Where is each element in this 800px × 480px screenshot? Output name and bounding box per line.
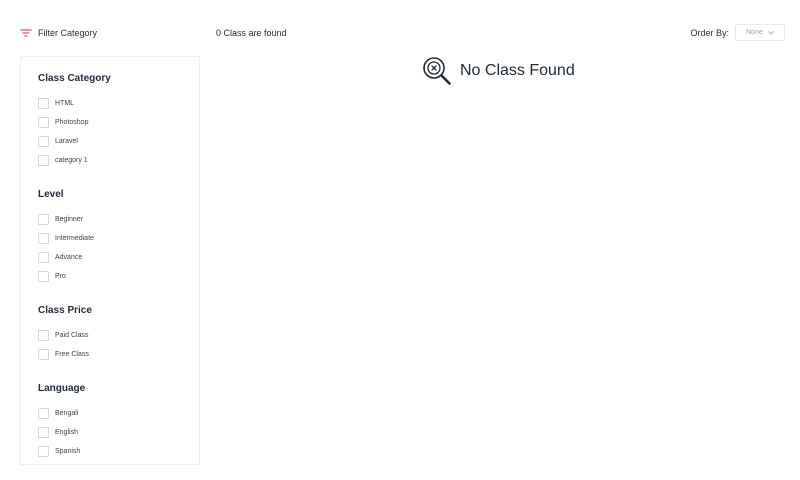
result-count: 0 Class are found [216,28,287,38]
order-by-control: Order By: None [690,24,785,41]
filter-option[interactable]: Spanish [38,442,182,461]
filter-checkbox[interactable] [38,98,49,109]
filter-group: Language Bengali English Spanish [38,383,182,461]
filter-category-label: Filter Category [38,28,98,38]
filter-option-label: Bengali [55,410,79,417]
filter-lines-icon [20,29,32,37]
filter-option-label: Intermediate [55,235,94,242]
filter-checkbox[interactable] [38,330,49,341]
filter-option[interactable]: HTML [38,94,182,113]
filter-checkbox[interactable] [38,408,49,419]
filter-group: Class Category HTML Photoshop Laravel catego… [38,73,182,170]
filter-sidebar: Class Category HTML Photoshop Laravel catego… [20,56,200,465]
filter-option[interactable]: category 1 [38,151,182,170]
filter-checkbox[interactable] [38,136,49,147]
filter-option-label: HTML [55,100,75,107]
filter-checkbox[interactable] [38,427,49,438]
filter-option-label: Photoshop [55,119,89,126]
filter-checkbox[interactable] [38,446,49,457]
filter-option[interactable]: Pro [38,267,182,286]
filter-category-toggle[interactable]: Filter Category [20,28,97,38]
chevron-down-icon [768,30,774,35]
filter-option-label: Laravel [55,138,78,145]
filter-option-label: Advance [55,254,83,261]
filter-group: Class Price Paid Class Free Class [38,305,182,364]
filter-option-label: Spanish [55,448,81,455]
filter-option-label: Beginner [55,216,84,223]
search-x-icon [423,57,451,85]
order-by-select[interactable]: None [735,24,785,41]
filter-checkbox[interactable] [38,117,49,128]
filter-option[interactable]: Advance [38,248,182,267]
filter-group-title: Class Price [38,305,92,316]
filter-checkbox[interactable] [38,233,49,244]
order-by-value: None [746,29,763,36]
filter-option[interactable]: Paid Class [38,326,182,345]
filter-option[interactable]: Photoshop [38,113,182,132]
filter-option[interactable]: Intermediate [38,229,182,248]
empty-state-message: No Class Found [460,62,575,79]
filter-group-title: Level [38,189,64,200]
filter-option-label: category 1 [55,157,88,164]
filter-group-title: Class Category [38,73,111,84]
filter-checkbox[interactable] [38,349,49,360]
filter-checkbox[interactable] [38,252,49,263]
filter-checkbox[interactable] [38,214,49,225]
filter-option[interactable]: Beginner [38,210,182,229]
filter-option[interactable]: Bengali [38,404,182,423]
filter-option-label: English [55,429,78,436]
filter-checkbox[interactable] [38,155,49,166]
filter-option-label: Pro [55,273,66,280]
filter-option[interactable]: English [38,423,182,442]
filter-option[interactable]: Laravel [38,132,182,151]
order-by-label: Order By: [690,27,729,38]
filter-group: Level Beginner Intermediate Advance Pro [38,189,182,286]
empty-state: No Class Found [422,56,575,86]
filter-group-title: Language [38,383,86,394]
filter-option-label: Paid Class [55,332,89,339]
filter-option[interactable]: Free Class [38,345,182,364]
filter-option-label: Free Class [55,351,89,358]
filter-checkbox[interactable] [38,271,49,282]
